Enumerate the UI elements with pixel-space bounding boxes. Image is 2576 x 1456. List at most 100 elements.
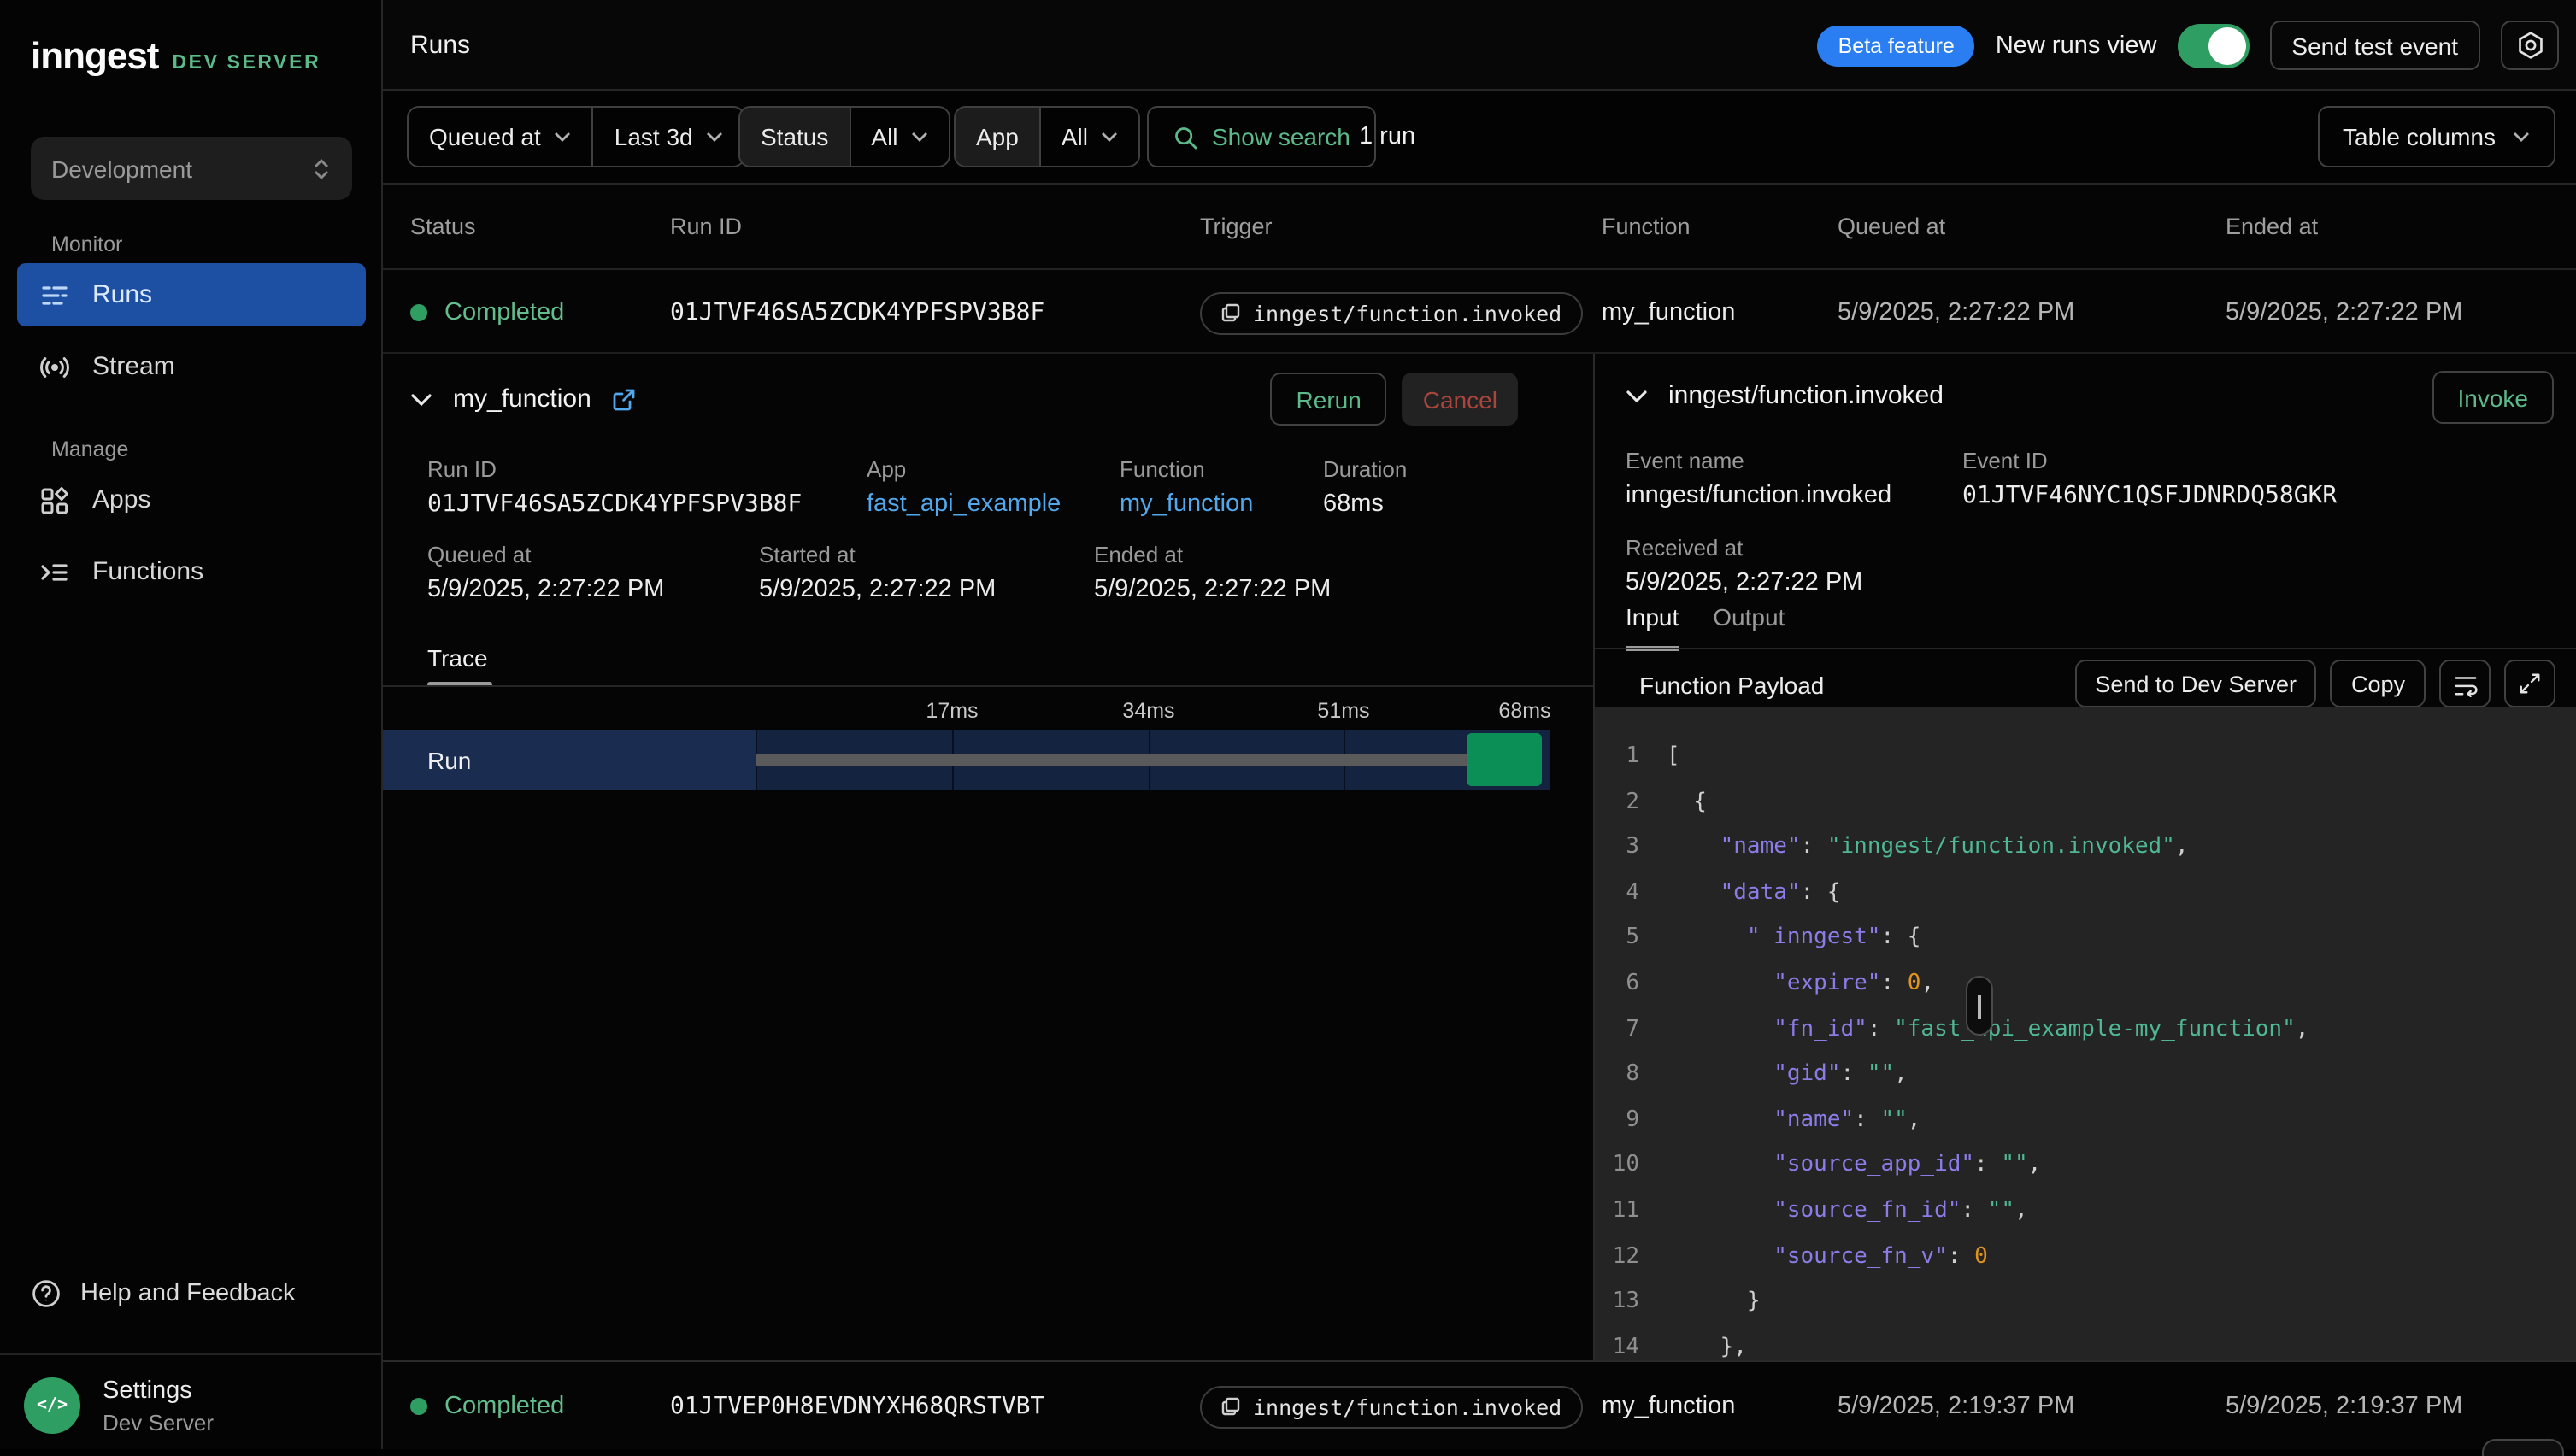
word-wrap-icon [2452, 671, 2478, 696]
run-detail-actions: Rerun Cancel [1271, 373, 1518, 426]
search-icon [1173, 124, 1198, 150]
run-status: Completed [410, 270, 564, 355]
received-at-value: 5/9/2025, 2:27:22 PM [1626, 569, 1862, 596]
trigger-name: inngest/function.invoked [1253, 1394, 1561, 1419]
runs-icon [39, 279, 70, 310]
event-icon [1220, 1396, 1241, 1417]
chevron-down-icon [2513, 132, 2530, 142]
event-detail-panel: inngest/function.invoked Invoke Event na… [1593, 354, 2576, 1360]
tab-trace[interactable]: Trace [427, 644, 488, 672]
dev-server-avatar: </> [24, 1377, 80, 1434]
table-row[interactable]: Completed 01JTVF46SA5ZCDK4YPFSPV3B8F inn… [383, 268, 2576, 354]
settings-gear-button[interactable] [2501, 21, 2559, 70]
sidebar-item-runs[interactable]: Runs [17, 263, 366, 326]
sidebar-item-functions[interactable]: Functions [17, 540, 366, 603]
settings-subtitle: Dev Server [103, 1410, 214, 1435]
payload-title: Function Payload [1639, 672, 1824, 699]
trigger-pill[interactable]: inngest/function.invoked [1200, 1385, 1582, 1428]
event-title: inngest/function.invoked [1668, 381, 1944, 410]
collapse-chevron-icon[interactable] [1626, 389, 1648, 402]
environment-select[interactable]: Development [31, 137, 352, 200]
expand-button[interactable] [2504, 660, 2555, 707]
panel-resize-handle[interactable] [1966, 976, 1993, 1036]
time-range-select[interactable]: Last 3d [592, 108, 744, 166]
ended-at-field: Ended at 5/9/2025, 2:27:22 PM [1094, 542, 1331, 603]
tab-output[interactable]: Output [1713, 603, 1785, 651]
queued-at-field: Queued at 5/9/2025, 2:27:22 PM [427, 542, 664, 603]
send-to-dev-server-button[interactable]: Send to Dev Server [2074, 660, 2317, 707]
sidebar-item-stream[interactable]: Stream [17, 335, 366, 398]
beta-feature-badge: Beta feature [1818, 25, 1975, 66]
code-line: 11 "source_fn_id": "", [1595, 1189, 2576, 1235]
trigger-pill[interactable]: inngest/function.invoked [1200, 291, 1582, 334]
trace-run-row[interactable]: Run [383, 730, 1550, 790]
send-test-event-button[interactable]: Send test event [2269, 21, 2480, 70]
event-id-label: Event ID [1962, 448, 2337, 473]
app-filter-select[interactable]: All [1039, 108, 1139, 166]
environment-select-value: Development [51, 155, 192, 182]
code-line-content: "data": { [1667, 872, 1841, 917]
table-row[interactable]: Completed 01JTVEP0H8EVDNYXH68QRSTVBT inn… [383, 1360, 2576, 1449]
code-line-number: 5 [1595, 917, 1667, 962]
stream-icon [39, 351, 70, 382]
nav-section-manage: Manage [51, 437, 128, 461]
app-filter-value: All [1062, 123, 1088, 150]
run-id-value: 01JTVF46SA5ZCDK4YPFSPV3B8F [427, 490, 802, 518]
run-status: Completed [410, 1362, 564, 1451]
time-range-label: Last 3d [615, 123, 693, 150]
app-link[interactable]: fast_api_example [867, 490, 1061, 518]
code-line-content: { [1667, 780, 1707, 825]
table-columns-button[interactable]: Table columns [2317, 106, 2555, 167]
main-area: Runs Beta feature New runs view Send tes… [383, 0, 2576, 1449]
bottom-right-partial-button[interactable] [2482, 1439, 2564, 1456]
word-wrap-button[interactable] [2439, 660, 2491, 707]
sidebar: inngest DEV SERVER Development Monitor R… [0, 0, 383, 1449]
code-line: 9 "name": "", [1595, 1099, 2576, 1144]
apps-icon [39, 484, 70, 515]
sidebar-divider [0, 1353, 383, 1355]
code-line-content: "source_fn_id": "", [1667, 1189, 2028, 1235]
chevron-down-icon [1102, 132, 1119, 142]
trace-tick: 17ms [926, 699, 978, 723]
trace-run-segment[interactable] [1467, 733, 1542, 786]
collapse-chevron-icon[interactable] [410, 392, 432, 406]
sidebar-item-apps[interactable]: Apps [17, 468, 366, 531]
chevron-down-icon [912, 132, 929, 142]
rerun-button[interactable]: Rerun [1271, 373, 1387, 426]
function-link[interactable]: my_function [1120, 490, 1253, 518]
code-line-number: 12 [1595, 1235, 1667, 1280]
function-name: my_function [1602, 270, 1735, 355]
external-link-icon[interactable] [612, 387, 636, 411]
received-at-label: Received at [1626, 535, 1862, 561]
status-filter-select[interactable]: All [849, 108, 949, 166]
code-line: 4 "data": { [1595, 872, 2576, 917]
invoke-button[interactable]: Invoke [2432, 371, 2555, 424]
settings-entry[interactable]: </> Settings Dev Server [24, 1377, 214, 1435]
ended-at-value: 5/9/2025, 2:27:22 PM [1094, 576, 1331, 603]
code-line-number: 3 [1595, 825, 1667, 871]
code-line-number: 11 [1595, 1189, 1667, 1235]
header-function: Function [1602, 185, 1691, 268]
help-and-feedback[interactable]: Help and Feedback [31, 1278, 296, 1309]
code-glyph: </> [37, 1396, 68, 1415]
toggle-knob [2208, 26, 2245, 64]
logo[interactable]: inngest DEV SERVER [31, 34, 321, 79]
function-label: Function [1120, 456, 1253, 482]
new-runs-view-toggle[interactable] [2177, 23, 2249, 68]
code-line-number: 1 [1595, 735, 1667, 780]
run-detail-panel: my_function Rerun Cancel Run ID 01JTVF46… [383, 354, 1593, 1360]
show-search-button[interactable]: Show search [1147, 106, 1376, 167]
tab-input[interactable]: Input [1626, 603, 1679, 651]
code-line-number: 8 [1595, 1053, 1667, 1098]
help-label: Help and Feedback [80, 1280, 296, 1307]
copy-button[interactable]: Copy [2331, 660, 2426, 707]
app-filter: App All [954, 106, 1141, 167]
cancel-button[interactable]: Cancel [1403, 373, 1518, 426]
code-line-content: "expire": 0, [1667, 962, 1934, 1007]
queued-at-value: 5/9/2025, 2:27:22 PM [1838, 270, 2074, 355]
time-field-select[interactable]: Queued at [409, 108, 592, 166]
code-line-number: 6 [1595, 962, 1667, 1007]
code-line-content: "_inngest": { [1667, 917, 1920, 962]
code-editor[interactable]: 1[2 {3 "name": "inngest/function.invoked… [1595, 707, 2576, 1360]
dev-server-badge: DEV SERVER [172, 53, 321, 73]
